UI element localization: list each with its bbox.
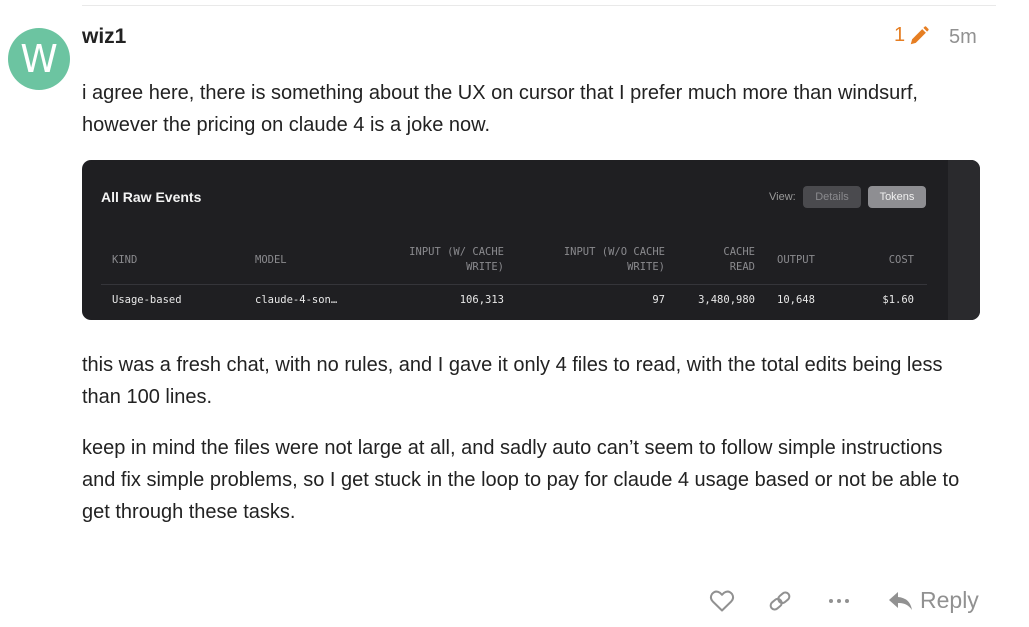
column-header-line: WRITE) <box>627 261 665 273</box>
embed-scrollbar <box>948 160 980 320</box>
column-header-cache-read: CACHE READ <box>694 245 755 275</box>
username[interactable]: wiz1 <box>82 25 126 49</box>
copy-link-button[interactable] <box>767 590 793 612</box>
view-details-button: Details <box>803 186 861 208</box>
reply-button[interactable]: Reply <box>888 587 979 614</box>
cell-cost: $1.60 <box>882 294 914 306</box>
cell-input-w-cache: 106,313 <box>459 294 504 306</box>
pencil-icon <box>910 25 929 44</box>
post-divider <box>82 5 996 6</box>
heart-icon <box>709 590 735 612</box>
cell-cache-read: 3,480,980 <box>698 294 755 306</box>
table-row-divider <box>101 284 927 285</box>
embed-title: All Raw Events <box>101 189 202 205</box>
avatar[interactable]: W <box>8 28 70 90</box>
column-header-line: INPUT (W/ CACHE <box>409 246 504 258</box>
view-label: View: <box>769 191 796 203</box>
cell-output: 10,648 <box>777 294 815 306</box>
column-header-kind: KIND <box>112 254 138 266</box>
post-actions: Reply <box>0 586 1029 618</box>
column-header-line: WRITE) <box>466 261 504 273</box>
link-icon <box>769 591 791 611</box>
column-header-line: INPUT (W/O CACHE <box>563 246 665 258</box>
like-button[interactable] <box>709 589 735 613</box>
post-date[interactable]: 5m <box>949 26 977 49</box>
post-paragraph-2: this was a fresh chat, with no rules, an… <box>82 354 943 408</box>
ellipsis-icon <box>829 599 849 603</box>
more-options-button[interactable] <box>828 590 850 612</box>
reply-arrow-icon <box>889 591 912 610</box>
column-header-line: CACHE <box>723 246 755 258</box>
cell-input-wo-cache: 97 <box>652 294 665 306</box>
avatar-letter: W <box>20 37 58 81</box>
post-paragraph-1: i agree here, there is something about t… <box>82 82 918 136</box>
usage-screenshot[interactable]: All Raw Events View: Details Tokens KIND… <box>82 160 980 320</box>
edit-history-button[interactable]: 1 <box>894 24 930 47</box>
column-header-input-wo-cache: INPUT (W/O CACHE WRITE) <box>537 245 665 275</box>
column-header-line: READ <box>729 261 755 273</box>
reply-label: Reply <box>920 587 979 613</box>
column-header-output: OUTPUT <box>777 254 815 266</box>
cell-model: claude-4-son… <box>255 294 338 306</box>
cell-kind: Usage-based <box>112 294 182 306</box>
column-header-input-w-cache: INPUT (W/ CACHE WRITE) <box>382 245 504 275</box>
edit-count: 1 <box>894 24 906 46</box>
column-header-cost: COST <box>888 254 914 266</box>
post-paragraph-3: keep in mind the files were not large at… <box>82 437 960 523</box>
column-header-model: MODEL <box>255 254 287 266</box>
view-tokens-button: Tokens <box>868 186 926 208</box>
